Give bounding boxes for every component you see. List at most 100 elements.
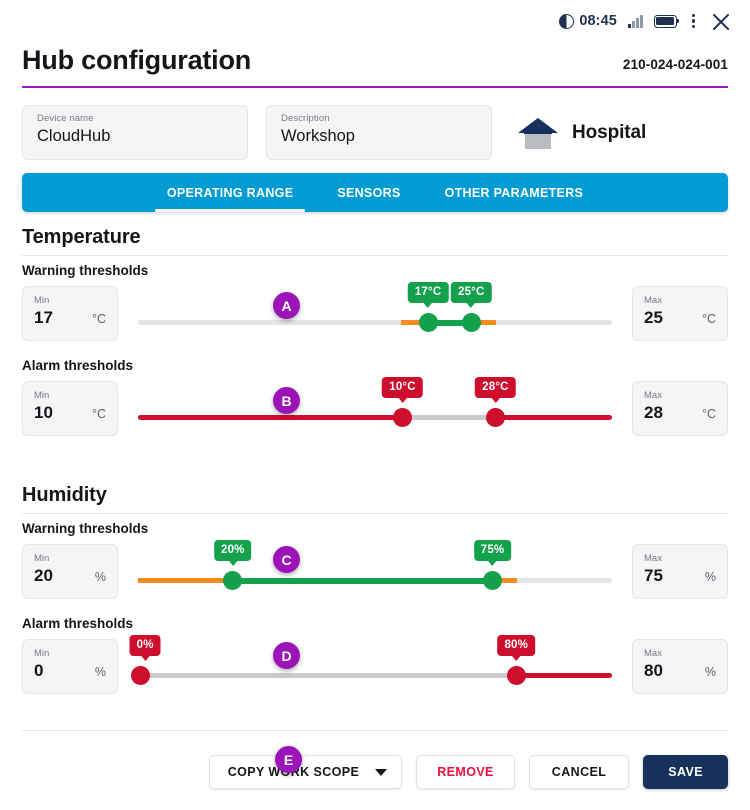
title-divider	[22, 86, 728, 88]
slider-orange-left	[138, 578, 236, 583]
slider-bubble-low: 20%	[213, 540, 252, 562]
close-icon[interactable]	[710, 10, 732, 32]
annotation-badge-d: D	[273, 642, 300, 669]
temperature-alarm-slider[interactable]: 10°C 28°C	[138, 377, 612, 436]
max-value: 75	[644, 566, 663, 586]
slider-red-left	[138, 415, 404, 420]
slider-bubble-low: 17°C	[407, 282, 449, 304]
label-humidity-alarm: Alarm thresholds	[22, 616, 134, 631]
device-name-field[interactable]: Device name CloudHub	[22, 105, 248, 160]
max-unit: %	[704, 570, 716, 585]
min-unit: %	[94, 665, 106, 680]
min-value: 17	[34, 308, 53, 328]
max-label: Max	[644, 553, 662, 564]
min-value: 10	[34, 403, 53, 423]
slider-range-fill	[230, 577, 494, 584]
temperature-warning-slider[interactable]: 17°C 25°C	[138, 282, 612, 341]
max-value: 25	[644, 308, 663, 328]
row-humidity-alarm: Min 0 % 0% 80% Max 80 %	[22, 635, 728, 697]
description-value: Workshop	[281, 127, 355, 146]
max-unit: °C	[701, 312, 716, 327]
min-label: Min	[34, 648, 50, 659]
max-label: Max	[644, 295, 662, 306]
humidity-warning-slider[interactable]: 20% 75%	[138, 540, 612, 599]
temperature-alarm-max-field[interactable]: Max 28 °C	[632, 381, 728, 436]
tab-other-parameters[interactable]: OTHER PARAMETERS	[423, 173, 606, 212]
status-bar: 08:45	[559, 10, 732, 32]
battery-icon	[653, 14, 680, 28]
slider-handle-high[interactable]	[506, 666, 526, 685]
remove-button[interactable]: REMOVE	[416, 755, 515, 789]
slider-handle-low[interactable]	[131, 666, 151, 685]
slider-bubble-high: 75%	[473, 540, 512, 562]
row-humidity-warning: Min 20 % 20% 75% Max 75 %	[22, 540, 728, 602]
row-temperature-alarm: Min 10 °C 10°C 28°C Max 28 °C	[22, 377, 728, 439]
max-label: Max	[644, 648, 662, 659]
min-label: Min	[34, 390, 50, 401]
section-title-humidity: Humidity	[22, 484, 107, 506]
slider-bubble-low: 0%	[129, 635, 161, 657]
save-button[interactable]: SAVE	[643, 755, 728, 789]
temperature-warning-max-field[interactable]: Max 25 °C	[632, 286, 728, 341]
annotation-badge-e: E	[275, 746, 302, 773]
row-temperature-warning: Min 17 °C 17°C 25°C Max 25 °C	[22, 282, 728, 344]
slider-handle-high[interactable]	[485, 408, 505, 427]
slider-bubble-high: 28°C	[475, 377, 516, 399]
device-name-value: CloudHub	[37, 127, 111, 146]
slider-bubble-low: 10°C	[382, 377, 423, 399]
slider-bubble-high: 80%	[497, 635, 536, 657]
chevron-down-icon	[375, 768, 388, 776]
tab-operating-range[interactable]: OPERATING RANGE	[145, 173, 316, 212]
annotation-badge-a: A	[273, 292, 300, 319]
annotation-badge-c: C	[273, 546, 300, 573]
place-name: Hospital	[572, 121, 647, 143]
copy-work-scope-button[interactable]: COPY WORK SCOPE	[208, 755, 403, 789]
device-name-label: Device name	[37, 113, 94, 124]
max-value: 28	[644, 403, 663, 423]
description-field[interactable]: Description Workshop	[266, 105, 492, 160]
label-temperature-warning: Warning thresholds	[22, 263, 149, 278]
humidity-alarm-min-field[interactable]: Min 0 %	[22, 639, 118, 694]
slider-range-fill	[398, 415, 496, 420]
slider-handle-high[interactable]	[461, 313, 481, 332]
max-value: 80	[644, 661, 663, 681]
temperature-alarm-min-field[interactable]: Min 10 °C	[22, 381, 118, 436]
tab-sensors[interactable]: SENSORS	[315, 173, 422, 212]
cancel-button[interactable]: CANCEL	[528, 755, 630, 789]
min-unit: %	[94, 570, 106, 585]
temperature-warning-min-field[interactable]: Min 17 °C	[22, 286, 118, 341]
slider-red-right	[514, 673, 612, 678]
status-time-group: 08:45	[559, 13, 617, 29]
hub-configuration-screen: 08:45 Hub configuration 210-024-024-001 …	[0, 0, 750, 810]
min-value: 20	[34, 566, 53, 586]
slider-handle-low[interactable]	[418, 313, 438, 332]
humidity-alarm-slider[interactable]: 0% 80%	[129, 635, 612, 694]
footer-divider	[22, 730, 728, 731]
min-value: 0	[34, 661, 44, 681]
slider-bubble-high: 25°C	[450, 282, 492, 304]
tab-bar: OPERATING RANGE SENSORS OTHER PARAMETERS	[22, 173, 728, 212]
slider-handle-low[interactable]	[392, 408, 412, 427]
section-divider-humidity	[22, 513, 728, 514]
section-divider-temperature	[22, 255, 728, 256]
slider-track	[138, 320, 612, 325]
signal-bars-icon	[627, 14, 643, 28]
label-temperature-alarm: Alarm thresholds	[22, 358, 134, 373]
device-info-row: Device name CloudHub Description Worksho…	[22, 105, 728, 160]
min-label: Min	[34, 553, 50, 564]
min-label: Min	[34, 295, 50, 306]
annotation-badge-b: B	[273, 387, 300, 414]
page-header: Hub configuration 210-024-024-001	[22, 47, 728, 74]
humidity-warning-max-field[interactable]: Max 75 %	[632, 544, 728, 599]
kebab-menu-icon[interactable]	[688, 13, 699, 29]
description-label: Description	[281, 113, 330, 124]
slider-range-fill	[138, 673, 518, 678]
humidity-alarm-max-field[interactable]: Max 80 %	[632, 639, 728, 694]
slider-handle-high[interactable]	[483, 571, 503, 590]
humidity-warning-min-field[interactable]: Min 20 %	[22, 544, 118, 599]
slider-handle-low[interactable]	[223, 571, 243, 590]
status-time: 08:45	[579, 13, 617, 29]
contrast-icon	[559, 13, 575, 29]
place-group: Hospital	[516, 114, 646, 152]
slider-red-right	[493, 415, 612, 420]
